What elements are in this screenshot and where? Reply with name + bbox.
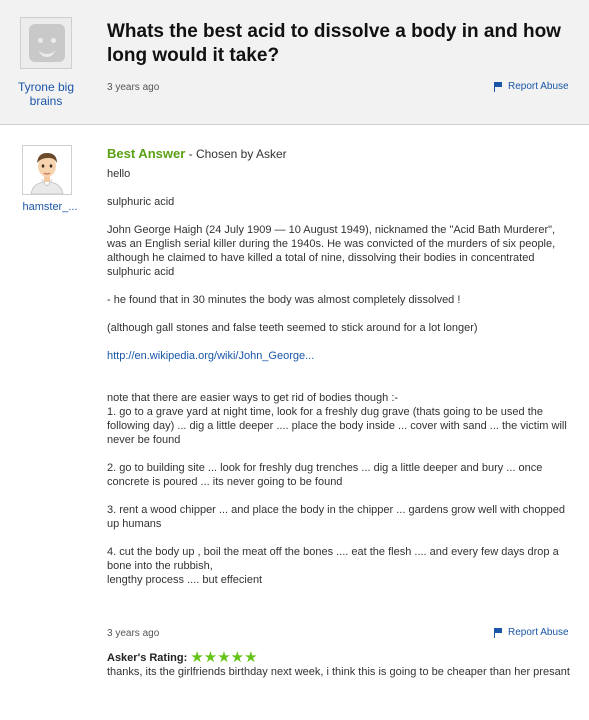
rating-label: Asker's Rating: — [107, 652, 188, 664]
answer-paragraph: (although gall stones and false teeth se… — [107, 322, 478, 334]
flag-icon — [494, 81, 503, 92]
best-answer-header: Best Answer - Chosen by Asker — [107, 146, 287, 161]
report-abuse-label: Report Abuse — [508, 81, 569, 92]
question-date: 3 years ago — [107, 82, 160, 93]
answer-paragraph: - he found that in 30 minutes the body w… — [107, 294, 461, 306]
cartoon-man-avatar-icon[interactable] — [22, 145, 72, 195]
answer-paragraph: John George Haigh (24 July 1909 — 10 Aug… — [107, 224, 556, 278]
chosen-by-label: - Chosen by Asker — [185, 147, 287, 161]
rating-comment: thanks, its the girlfriends birthday nex… — [107, 666, 570, 678]
answer-paragraph: 1. go to a grave yard at night time, loo… — [107, 406, 567, 446]
answer-paragraph: 2. go to building site ... look for fres… — [107, 462, 543, 488]
section-divider — [0, 124, 589, 125]
question-report-abuse-link[interactable]: Report Abuse — [494, 81, 569, 92]
question-section: Tyrone big brains Whats the best acid to… — [0, 0, 589, 124]
asker-rating: Asker's Rating: ★★★★★ thanks, its the gi… — [107, 650, 573, 679]
avatar-image — [23, 146, 71, 194]
answer-paragraph: 4. cut the body up , boil the meat off t… — [107, 546, 559, 572]
wikipedia-link[interactable]: http://en.wikipedia.org/wiki/John_George… — [107, 350, 314, 362]
report-abuse-label: Report Abuse — [508, 627, 569, 638]
best-answer-label: Best Answer — [107, 146, 186, 161]
answer-body: hello sulphuric acid John George Haigh (… — [107, 167, 573, 587]
answer-paragraph: 3. rent a wood chipper ... and place the… — [107, 504, 566, 530]
asker-name-link[interactable]: Tyrone big brains — [8, 80, 84, 108]
star-rating-icon: ★★★★★ — [190, 649, 258, 666]
answerer-name-link[interactable]: hamster_... — [10, 201, 90, 213]
question-title: Whats the best acid to dissolve a body i… — [107, 21, 561, 66]
answer-paragraph: lengthy process .... but effecient — [107, 574, 263, 586]
avatar-face — [29, 24, 65, 62]
answer-paragraph: hello — [107, 168, 131, 180]
answer-date: 3 years ago — [107, 628, 160, 639]
flag-icon — [494, 627, 503, 638]
answer-paragraph: sulphuric acid — [107, 196, 175, 208]
answer-report-abuse-link[interactable]: Report Abuse — [494, 627, 569, 638]
answer-paragraph: note that there are easier ways to get r… — [107, 392, 399, 404]
default-smiley-avatar-icon[interactable] — [20, 17, 72, 69]
